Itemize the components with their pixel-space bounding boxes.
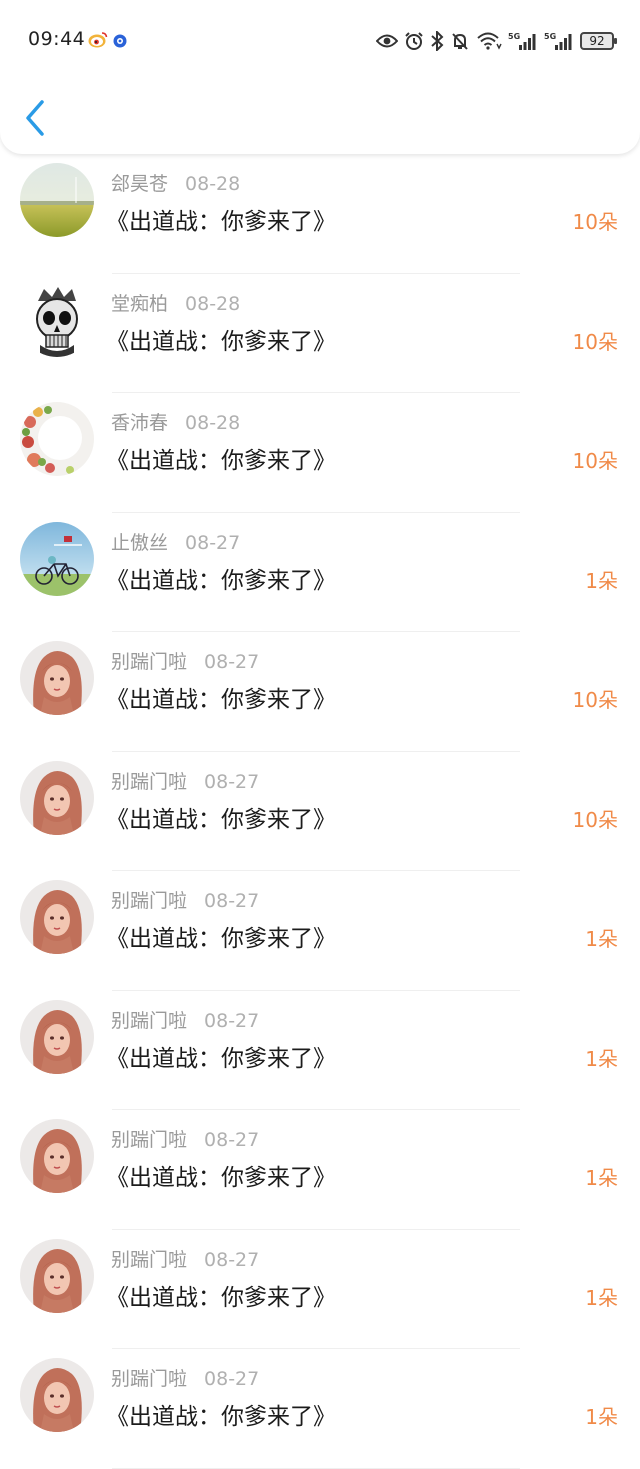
gift-record-row[interactable]: 别踹门啦 08-27 《出道战：你爹来了》 10朵 — [0, 752, 640, 871]
gift-date: 08-27 — [204, 1368, 260, 1390]
sender-name: 郐昊苍 — [111, 173, 169, 195]
book-title: 《出道战：你爹来了》 — [106, 1404, 336, 1430]
avatar[interactable] — [20, 1358, 94, 1432]
gift-date: 08-27 — [204, 1248, 260, 1271]
flower-count: 1朵 — [585, 927, 618, 951]
book-title: 《出道战：你爹来了》 — [106, 328, 336, 355]
book-title: 《出道战：你爹来了》 — [106, 687, 336, 713]
sender-info: 香沛春 08-28 — [111, 408, 240, 435]
sender-info: 别踹门啦 08-27 — [111, 647, 259, 674]
gift-date: 08-27 — [204, 1129, 260, 1151]
gift-record-row[interactable]: 堂痴柏 08-28 《出道战：你爹来了》 10朵 — [0, 274, 640, 393]
sender-name: 别踹门啦 — [111, 890, 188, 912]
book-title: 《出道战：你爹来了》 — [106, 567, 336, 594]
sender-info: 别踹门啦 08-27 — [111, 1006, 259, 1033]
svg-text:5G: 5G — [508, 32, 520, 41]
svg-text:5G: 5G — [544, 32, 556, 41]
signal-5g-icon: 5G — [544, 30, 574, 52]
battery-indicator: 92 — [580, 32, 617, 50]
gift-date: 08-28 — [185, 412, 241, 434]
eye-icon — [376, 33, 398, 49]
status-time: 09:44 — [28, 28, 86, 50]
avatar[interactable] — [20, 999, 94, 1074]
back-button[interactable] — [18, 96, 54, 140]
row-divider — [112, 1467, 520, 1469]
signal-5g-icon: 5G — [508, 30, 538, 52]
sender-name: 止傲丝 — [111, 531, 169, 554]
wifi-icon — [476, 31, 502, 51]
book-title: 《出道战：你爹来了》 — [106, 1284, 336, 1311]
sender-name: 别踹门啦 — [111, 770, 188, 793]
gift-date: 08-27 — [204, 1009, 260, 1032]
gift-date: 08-27 — [185, 531, 241, 554]
flower-count: 10朵 — [572, 210, 618, 234]
status-icons: 5G 5G 92 — [376, 28, 617, 54]
flower-count: 10朵 — [572, 449, 618, 473]
header-bar: 09:44 5G 5G 92 — [0, 0, 640, 154]
sender-name: 别踹门啦 — [111, 651, 188, 673]
gift-date: 08-27 — [204, 770, 260, 793]
sender-info: 别踹门啦 08-27 — [111, 1245, 259, 1272]
avatar[interactable] — [20, 282, 94, 357]
sender-name: 别踹门啦 — [111, 1368, 188, 1390]
book-title: 《出道战：你爹来了》 — [106, 1045, 336, 1072]
sender-name: 堂痴柏 — [111, 292, 169, 315]
sender-info: 止傲丝 08-27 — [111, 528, 240, 555]
weibo-icon — [88, 31, 108, 49]
flower-count: 10朵 — [572, 329, 618, 354]
sender-name: 别踹门啦 — [111, 1129, 188, 1151]
book-title: 《出道战：你爹来了》 — [106, 209, 336, 235]
book-title: 《出道战：你爹来了》 — [106, 448, 336, 474]
avatar[interactable] — [20, 402, 94, 476]
gift-record-row[interactable]: 止傲丝 08-27 《出道战：你爹来了》 1朵 — [0, 513, 640, 632]
avatar[interactable] — [20, 880, 94, 954]
status-bar: 09:44 5G 5G 92 — [0, 22, 640, 62]
avatar[interactable] — [20, 521, 94, 596]
dot-icon — [113, 33, 127, 48]
chevron-left-icon — [26, 100, 44, 136]
flower-count: 1朵 — [585, 568, 618, 593]
gift-record-row[interactable]: 别踹门啦 08-27 《出道战：你爹来了》 10朵 — [0, 632, 640, 752]
avatar[interactable] — [20, 163, 94, 237]
gift-record-row[interactable]: 别踹门啦 08-27 《出道战：你爹来了》 1朵 — [0, 1230, 640, 1349]
gift-record-list: 郐昊苍 08-28 《出道战：你爹来了》 10朵 堂痴柏 08-28 《出道战：你爹来了》… — [0, 154, 640, 1469]
flower-count: 1朵 — [585, 1285, 618, 1310]
flower-count: 1朵 — [585, 1046, 618, 1071]
sender-info: 别踹门啦 08-27 — [111, 886, 259, 913]
sender-info: 别踹门啦 08-27 — [111, 1364, 259, 1391]
sender-name: 香沛春 — [111, 412, 169, 434]
gift-record-row[interactable]: 别踹门啦 08-27 《出道战：你爹来了》 1朵 — [0, 871, 640, 991]
sender-info: 郐昊苍 08-28 — [111, 169, 240, 196]
mute-icon — [450, 31, 470, 51]
gift-date: 08-27 — [204, 890, 260, 912]
bluetooth-icon — [430, 31, 444, 51]
sender-info: 别踹门啦 08-27 — [111, 767, 259, 794]
avatar[interactable] — [20, 1238, 94, 1313]
flower-count: 10朵 — [572, 807, 618, 832]
gift-date: 08-27 — [204, 651, 260, 673]
gift-record-row[interactable]: 别踹门啦 08-27 《出道战：你爹来了》 1朵 — [0, 991, 640, 1110]
gift-record-row[interactable]: 香沛春 08-28 《出道战：你爹来了》 10朵 — [0, 393, 640, 513]
flower-count: 10朵 — [572, 688, 618, 712]
avatar[interactable] — [20, 760, 94, 835]
sender-name: 别踹门啦 — [111, 1248, 188, 1271]
flower-count: 1朵 — [585, 1405, 618, 1429]
gift-record-row[interactable]: 别踹门啦 08-27 《出道战：你爹来了》 1朵 — [0, 1110, 640, 1230]
gift-date: 08-28 — [185, 292, 241, 315]
sender-info: 别踹门啦 08-27 — [111, 1125, 259, 1152]
gift-record-row[interactable]: 郐昊苍 08-28 《出道战：你爹来了》 10朵 — [0, 154, 640, 274]
flower-count: 1朵 — [585, 1166, 618, 1190]
sender-info: 堂痴柏 08-28 — [111, 289, 240, 316]
book-title: 《出道战：你爹来了》 — [106, 1165, 336, 1191]
sender-name: 别踹门啦 — [111, 1009, 188, 1032]
avatar[interactable] — [20, 641, 94, 715]
gift-date: 08-28 — [185, 173, 241, 195]
gift-record-row[interactable]: 别踹门啦 08-27 《出道战：你爹来了》 1朵 — [0, 1349, 640, 1469]
book-title: 《出道战：你爹来了》 — [106, 926, 336, 952]
book-title: 《出道战：你爹来了》 — [106, 806, 336, 833]
avatar[interactable] — [20, 1119, 94, 1193]
alarm-icon — [404, 31, 424, 51]
